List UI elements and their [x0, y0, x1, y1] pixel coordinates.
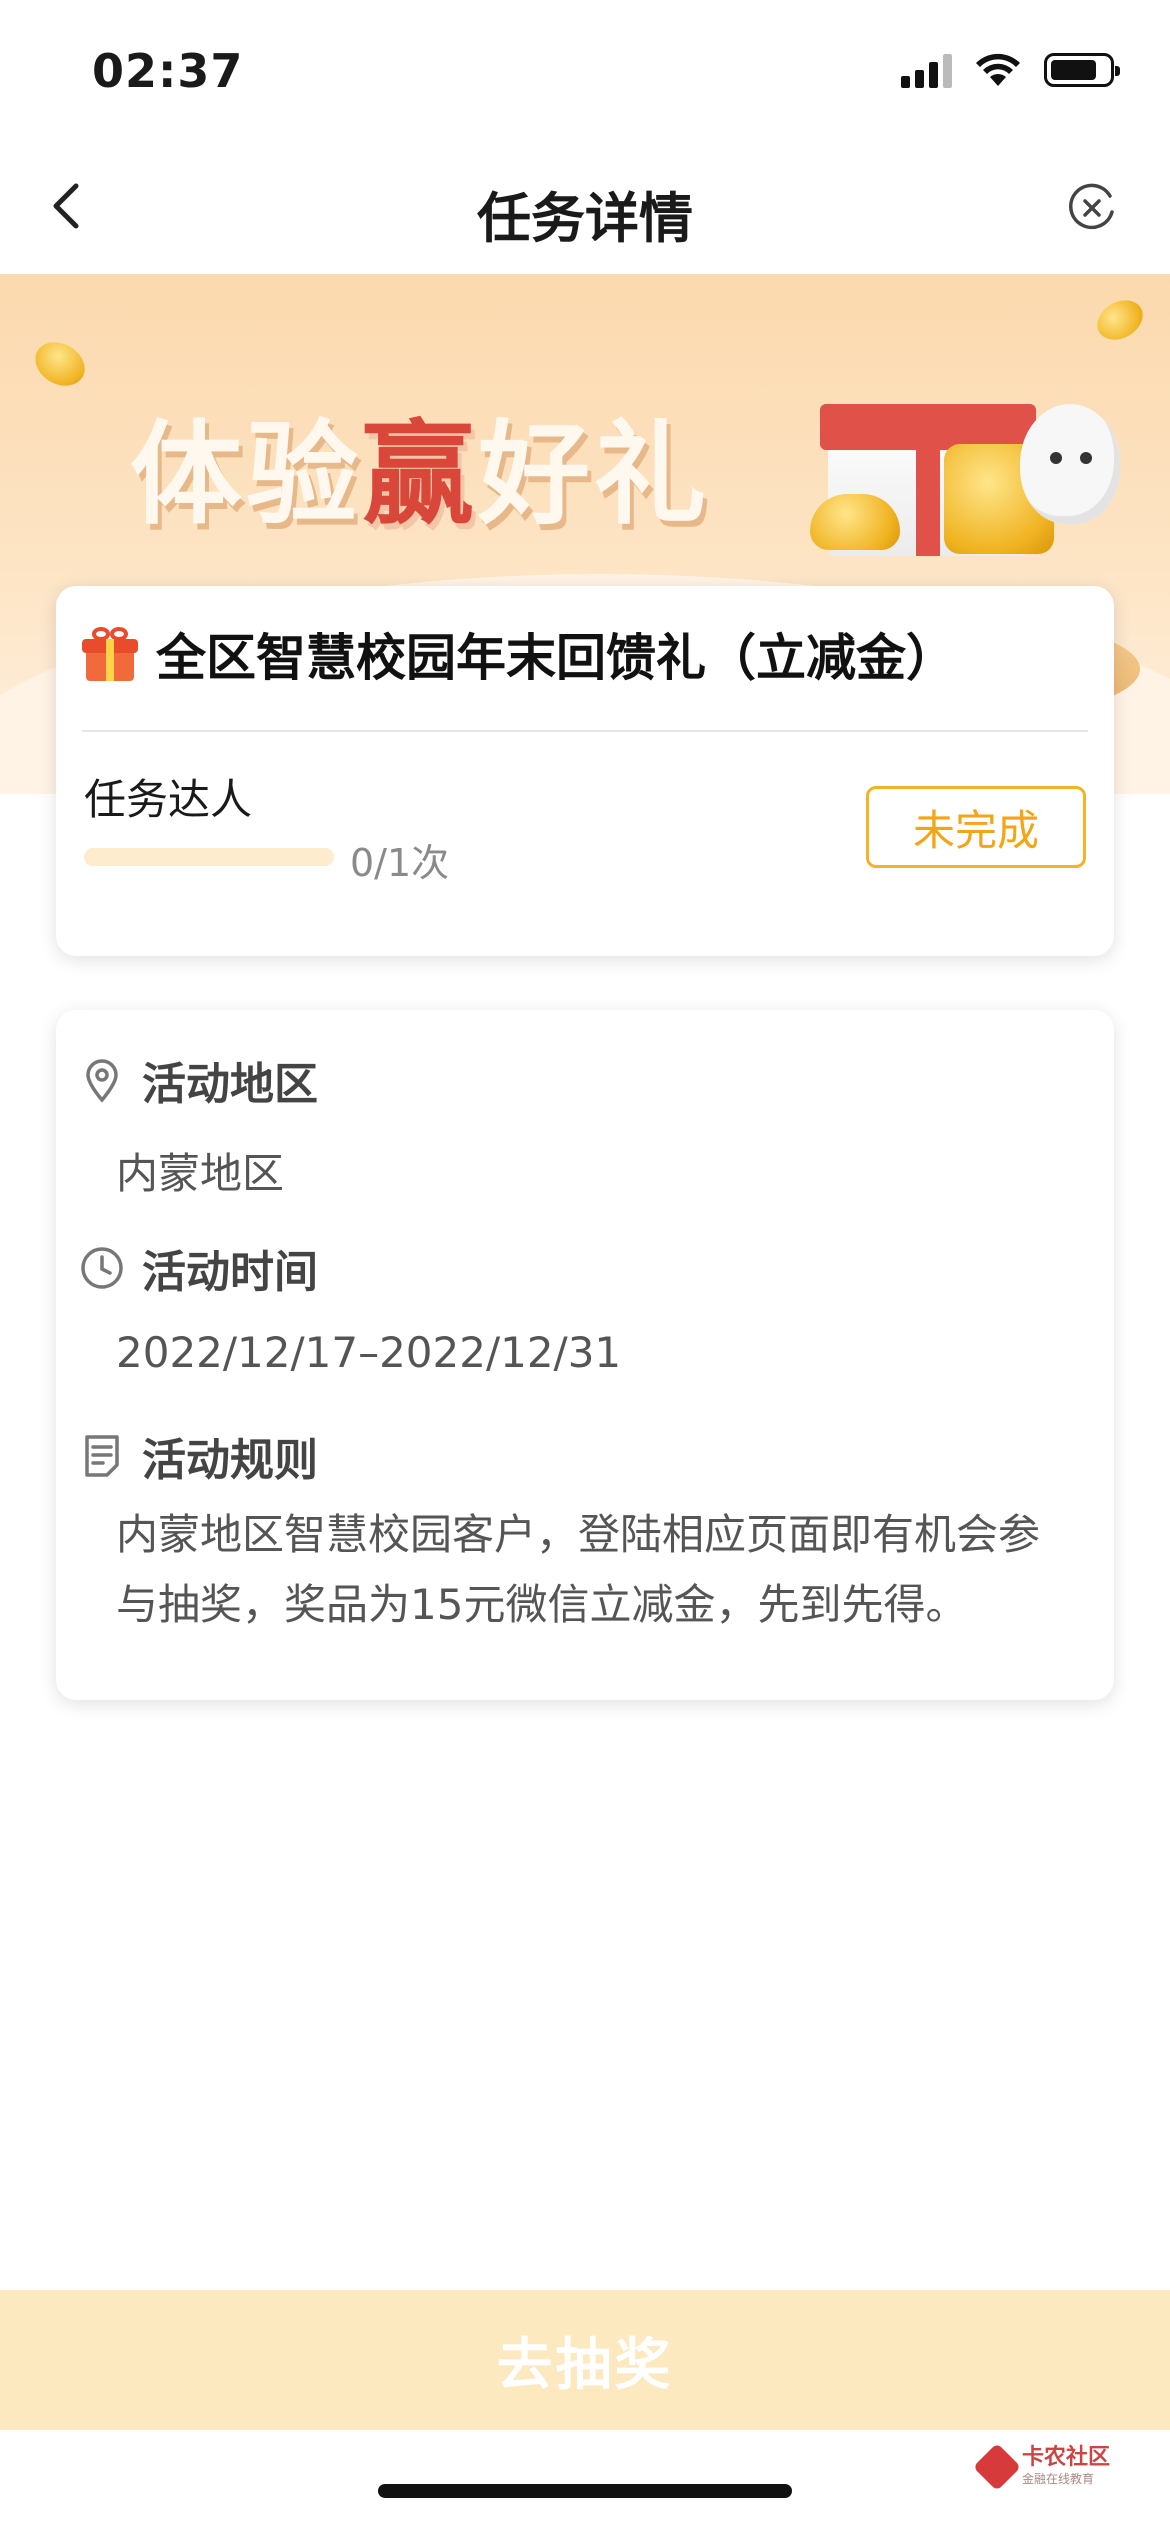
watermark: 卡农社区 金融在线教育: [972, 2442, 1110, 2491]
clock-icon: [81, 1247, 123, 1289]
time-row: 活动时间: [78, 1236, 318, 1300]
activity-info-card: 活动地区 内蒙地区 活动时间 2022/12/17–2022/12/31 活动规…: [56, 1010, 1114, 1700]
wifi-icon: [976, 53, 1020, 86]
watermark-name: 卡农社区: [1021, 2445, 1110, 2470]
coin-icon: [27, 333, 93, 395]
document-icon: [85, 1435, 119, 1477]
coin-icon: [1090, 292, 1150, 348]
task-header: 全区智慧校园年末回馈礼（立减金）: [82, 618, 956, 690]
region-label: 活动地区: [142, 1059, 318, 1110]
task-name: 任务达人: [84, 775, 253, 824]
task-status-button[interactable]: 未完成: [866, 786, 1086, 868]
gold-ingot-icon: [810, 494, 900, 550]
watermark-logo-icon: [972, 2442, 1022, 2491]
task-progress-text: 0/1次: [350, 841, 450, 885]
cellular-signal-icon: [901, 52, 952, 88]
close-circle-icon[interactable]: [1066, 182, 1118, 234]
lottery-button[interactable]: 去抽奖: [0, 2290, 1170, 2430]
mascot-illustration: [1020, 404, 1120, 524]
task-card: 全区智慧校园年末回馈礼（立减金） 任务达人 0/1次 未完成: [56, 586, 1114, 956]
region-row: 活动地区: [78, 1048, 318, 1112]
time-value: 2022/12/17–2022/12/31: [116, 1328, 622, 1377]
battery-icon: [1044, 53, 1120, 87]
task-progress-bar: [84, 848, 334, 866]
region-value: 内蒙地区: [116, 1149, 285, 1198]
location-pin-icon: [86, 1059, 118, 1103]
task-title: 全区智慧校园年末回馈礼（立减金）: [156, 629, 956, 687]
divider: [82, 730, 1088, 732]
lottery-button-label: 去抽奖: [496, 2332, 674, 2398]
gift-icon: [82, 627, 138, 681]
time-label: 活动时间: [142, 1247, 318, 1298]
rules-label: 活动规则: [142, 1435, 318, 1486]
banner-title-highlight: 赢: [362, 410, 478, 540]
banner-title-part2: 好礼: [478, 410, 710, 540]
watermark-sub: 金融在线教育: [1021, 2472, 1094, 2487]
battery-level: [1051, 60, 1096, 80]
banner-title: 体验赢好礼: [130, 384, 710, 546]
status-bar: 02:37: [0, 0, 1170, 140]
nav-bar: 任务详情: [0, 140, 1170, 274]
page-title: 任务详情: [477, 187, 693, 250]
watermark-text-block: 卡农社区 金融在线教育: [1021, 2445, 1110, 2487]
rules-text: 内蒙地区智慧校园客户，登陆相应页面即有机会参与抽奖，奖品为15元微信立减金，先到…: [116, 1510, 1041, 1629]
status-icons: [901, 52, 1120, 88]
banner-title-part1: 体验: [130, 410, 362, 540]
status-time: 02:37: [92, 44, 244, 98]
home-indicator[interactable]: [378, 2484, 792, 2498]
rules-row: 活动规则: [78, 1424, 318, 1488]
